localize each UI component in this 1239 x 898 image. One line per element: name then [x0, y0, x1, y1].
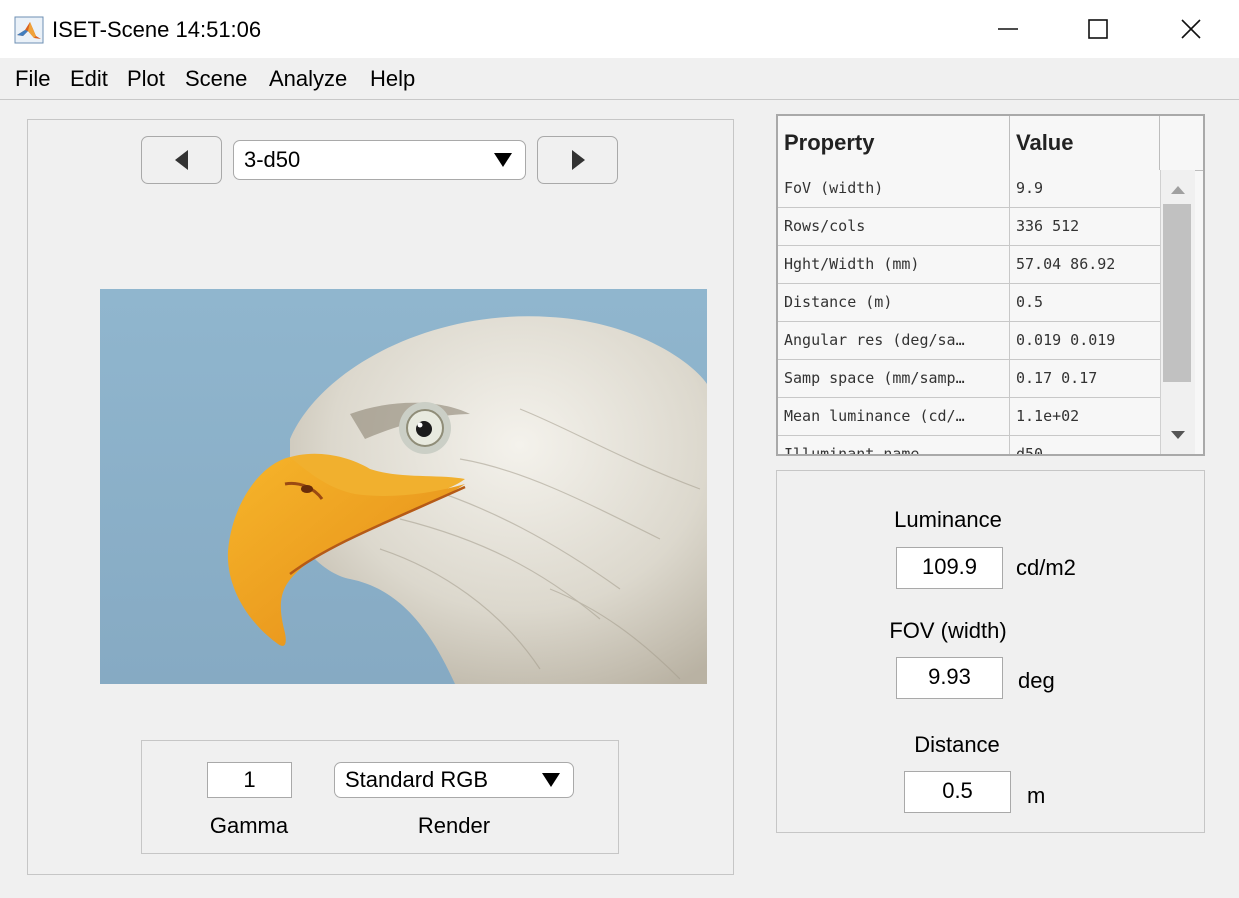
fov-unit: deg [1018, 668, 1055, 693]
scroll-thumb[interactable] [1163, 204, 1191, 382]
luminance-unit: cd/m2 [1016, 555, 1076, 580]
value-cell: 0.17 0.17 [1016, 369, 1098, 387]
chevron-down-icon [494, 153, 512, 167]
property-cell: Samp space (mm/samp… [778, 360, 1010, 397]
table-row[interactable]: Illuminant name d50 [778, 436, 1160, 456]
title-bar: ISET-Scene 14:51:06 [0, 0, 1239, 58]
render-select[interactable]: Standard RGB [334, 762, 574, 798]
maximize-icon [1088, 19, 1108, 39]
chevron-up-icon [1171, 186, 1185, 194]
scroll-up-button[interactable] [1161, 180, 1195, 200]
chevron-down-icon [1171, 431, 1185, 439]
matlab-logo-icon [14, 16, 44, 44]
value-cell: 9.9 [1016, 179, 1044, 197]
render-select-value: Standard RGB [345, 767, 489, 792]
property-cell: Hght/Width (mm) [778, 246, 1010, 283]
table-row[interactable]: Angular res (deg/sa… 0.019 0.019 [778, 322, 1160, 360]
value-cell: 0.019 0.019 [1016, 331, 1116, 349]
menu-help[interactable]: Help [370, 65, 415, 93]
triangle-left-icon [174, 150, 188, 170]
table-row[interactable]: Distance (m) 0.5 [778, 284, 1160, 322]
table-header: Property Value [778, 116, 1203, 171]
scroll-down-button[interactable] [1161, 425, 1195, 445]
menu-bar: File Edit Plot Scene Analyze Help [0, 58, 1239, 100]
table-row[interactable]: Mean luminance (cd/… 1.1e+02 [778, 398, 1160, 436]
value-cell: 0.5 [1016, 293, 1044, 311]
table-row[interactable]: Rows/cols 336 512 [778, 208, 1160, 246]
close-button[interactable] [1168, 0, 1214, 58]
distance-input[interactable]: 0.5 [904, 771, 1011, 813]
triangle-right-icon [571, 150, 585, 170]
property-cell: Rows/cols [778, 208, 1010, 245]
property-table[interactable]: Property Value FoV (width) 9.9 Rows/cols… [776, 114, 1205, 456]
window-title: ISET-Scene 14:51:06 [52, 17, 262, 42]
scene-select[interactable]: 3-d50 [233, 140, 526, 180]
value-cell: 336 512 [1016, 217, 1080, 235]
property-cell: Illuminant name [778, 436, 1010, 454]
menu-edit[interactable]: Edit [70, 65, 108, 93]
property-cell: Distance (m) [778, 284, 1010, 321]
menu-analyze[interactable]: Analyze [269, 65, 347, 93]
column-header-value[interactable]: Value [1010, 116, 1160, 170]
property-cell: Angular res (deg/sa… [778, 322, 1010, 359]
maximize-button[interactable] [1075, 0, 1121, 58]
menu-file[interactable]: File [15, 65, 50, 93]
property-cell: Mean luminance (cd/… [778, 398, 1010, 435]
chevron-down-icon [542, 773, 560, 787]
scene-select-value: 3-d50 [244, 147, 301, 172]
value-cell: 1.1e+02 [1016, 407, 1080, 425]
value-cell: 57.04 86.92 [1016, 255, 1116, 273]
fov-input[interactable]: 9.93 [896, 657, 1003, 699]
table-body: FoV (width) 9.9 Rows/cols 336 512 Hght/W… [778, 170, 1160, 456]
minimize-icon [998, 28, 1018, 30]
gamma-input[interactable]: 1 [207, 762, 292, 798]
property-cell: FoV (width) [778, 170, 1010, 207]
scene-image [100, 289, 707, 684]
gamma-label: Gamma [209, 813, 289, 838]
luminance-label: Luminance [894, 507, 1002, 532]
table-scrollbar[interactable] [1160, 170, 1195, 454]
menu-plot[interactable]: Plot [127, 65, 165, 93]
table-row[interactable]: FoV (width) 9.9 [778, 170, 1160, 208]
menu-scene[interactable]: Scene [185, 65, 247, 93]
render-label: Render [417, 813, 491, 838]
fov-label: FOV (width) [889, 618, 1007, 643]
table-row[interactable]: Samp space (mm/samp… 0.17 0.17 [778, 360, 1160, 398]
distance-unit: m [1027, 783, 1046, 808]
table-row[interactable]: Hght/Width (mm) 57.04 86.92 [778, 246, 1160, 284]
previous-scene-button[interactable] [141, 136, 222, 184]
distance-label: Distance [914, 732, 1000, 757]
minimize-button[interactable] [985, 0, 1031, 58]
luminance-input[interactable]: 109.9 [896, 547, 1003, 589]
next-scene-button[interactable] [537, 136, 618, 184]
close-icon [1181, 19, 1201, 39]
column-header-property[interactable]: Property [778, 116, 1010, 170]
value-cell: d50 [1016, 445, 1044, 456]
